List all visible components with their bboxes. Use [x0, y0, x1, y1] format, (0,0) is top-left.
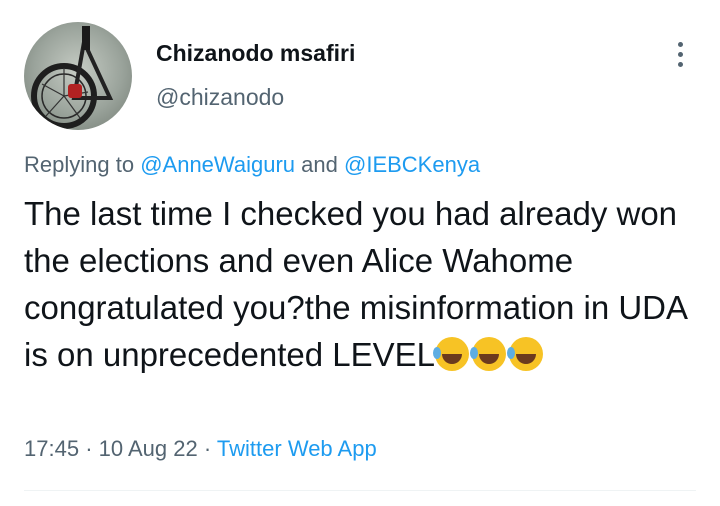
avatar[interactable]	[24, 22, 132, 130]
tweet-date[interactable]: 10 Aug 22	[99, 436, 198, 461]
meta-separator: ·	[85, 436, 93, 461]
tweet-source-link[interactable]: Twitter Web App	[217, 436, 377, 461]
tweet-time[interactable]: 17:45	[24, 436, 79, 461]
rolling-on-floor-laughing-emoji	[469, 337, 506, 371]
mention-annewaiguru-link[interactable]: @AnneWaiguru	[140, 152, 295, 177]
bicycle-wheel-image	[31, 26, 114, 129]
meta-separator: ·	[203, 436, 212, 461]
more-dots-icon	[677, 41, 683, 47]
tweet-metadata: 17:45 · 10 Aug 22 · Twitter Web App	[24, 436, 377, 462]
display-name[interactable]: Chizanodo msafiri	[156, 40, 355, 67]
replying-conjunction: and	[301, 152, 338, 177]
more-dot	[677, 61, 683, 67]
more-dot	[677, 51, 683, 57]
divider	[24, 490, 696, 491]
rolling-on-floor-laughing-emoji	[432, 337, 469, 371]
more-options-button[interactable]	[664, 36, 696, 72]
replying-to-line: Replying to @AnneWaiguru and @IEBCKenya	[24, 152, 480, 178]
username-handle[interactable]: @chizanodo	[156, 84, 284, 111]
tweet-text: The last time I checked you had already …	[24, 190, 694, 378]
replying-to-label: Replying to	[24, 152, 135, 177]
rolling-on-floor-laughing-emoji	[506, 337, 543, 371]
tweet-body: The last time I checked you had already …	[24, 195, 687, 373]
tweet: Chizanodo msafiri @chizanodo Replying to…	[0, 0, 720, 506]
mention-iebckenya-link[interactable]: @IEBCKenya	[344, 152, 480, 177]
